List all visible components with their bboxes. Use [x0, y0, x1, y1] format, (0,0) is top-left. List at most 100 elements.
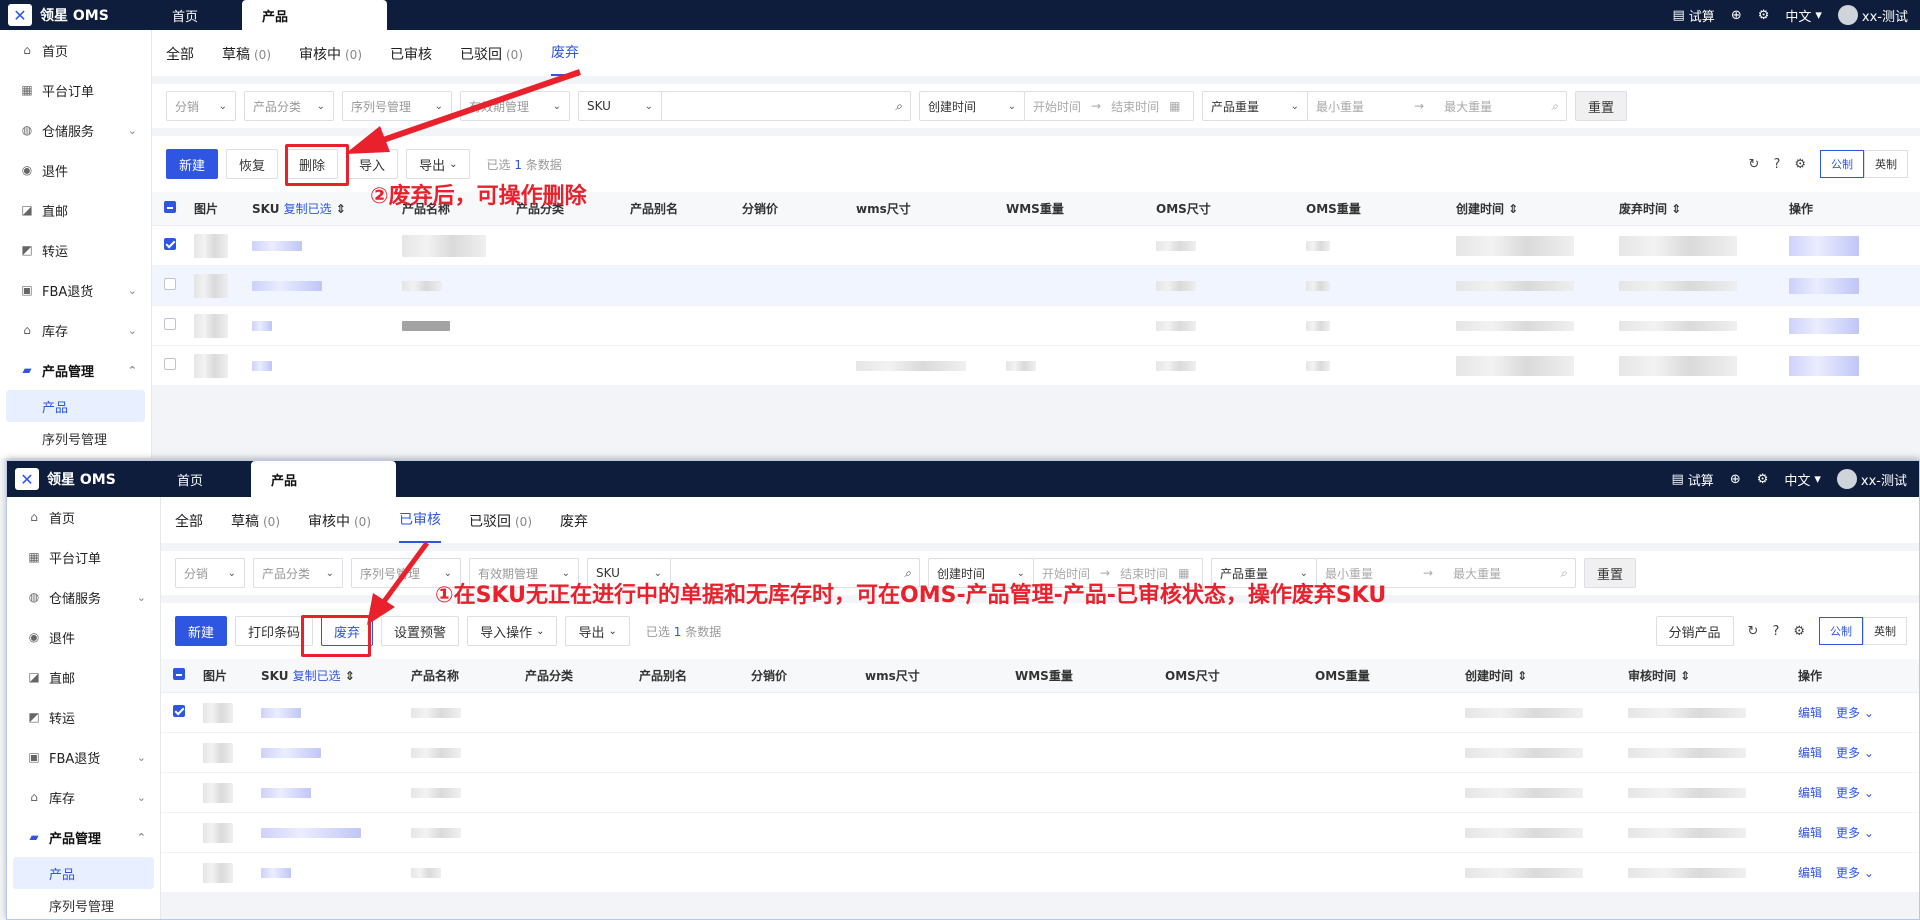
- user-menu[interactable]: xx-测试: [1836, 469, 1907, 489]
- sidebar-sub-serial[interactable]: 序列号管理: [0, 422, 151, 454]
- nav-tab-product[interactable]: 产品: [242, 0, 387, 30]
- column-settings-icon[interactable]: ⚙: [1794, 157, 1806, 172]
- date-range-picker[interactable]: 开始时间 → 结束时间 ▦: [1024, 91, 1194, 121]
- nav-tab-product[interactable]: 产品: [251, 461, 396, 497]
- refresh-icon[interactable]: ↻: [1749, 157, 1760, 172]
- refresh-icon[interactable]: ↻: [1748, 624, 1759, 639]
- restore-button[interactable]: 恢复: [226, 149, 279, 179]
- table-row[interactable]: [152, 306, 1920, 346]
- copy-selected-link[interactable]: 复制已选: [284, 202, 332, 216]
- sidebar-item-fba[interactable]: ▣ FBA退货 ⌄: [7, 737, 160, 777]
- copy-selected-link[interactable]: 复制已选: [293, 669, 341, 683]
- app-logo[interactable]: ✕ 领星 OMS: [15, 461, 116, 497]
- weight-type-select[interactable]: 产品重量 ⌄: [1202, 91, 1308, 121]
- sidebar-item-inventory[interactable]: ⌂ 库存 ⌄: [7, 777, 160, 817]
- distribution-select[interactable]: 分销 ⌄: [166, 91, 236, 121]
- sidebar-sub-product[interactable]: 产品: [13, 857, 154, 889]
- category-select[interactable]: 产品分类 ⌄: [253, 558, 343, 588]
- table-row[interactable]: [152, 226, 1920, 266]
- metric-option[interactable]: 公制: [1820, 150, 1864, 178]
- help-icon[interactable]: ?: [1772, 624, 1779, 639]
- row-checkbox[interactable]: [152, 278, 184, 293]
- edit-link[interactable]: 编辑: [1798, 704, 1822, 721]
- sidebar-item-direct-mail[interactable]: ◪ 直邮: [0, 190, 151, 230]
- sidebar-item-home[interactable]: ⌂ 首页: [0, 30, 151, 70]
- sidebar-item-product-mgmt[interactable]: ▰ 产品管理 ⌃: [7, 817, 160, 857]
- sidebar-item-returns[interactable]: ◉ 退件: [7, 617, 160, 657]
- trial-button[interactable]: ▤ 试算: [1672, 470, 1714, 489]
- row-checkbox[interactable]: [161, 705, 193, 720]
- sidebar-item-warehouse[interactable]: ◍ 仓储服务 ⌄: [0, 110, 151, 150]
- weight-range-input[interactable]: 最小重量 → 最大重量 ⌕: [1307, 91, 1567, 121]
- sidebar-item-direct-mail[interactable]: ◪ 直邮: [7, 657, 160, 697]
- edit-link[interactable]: 编辑: [1798, 744, 1822, 761]
- table-row[interactable]: 编辑 更多 ⌄: [161, 853, 1919, 893]
- sidebar-sub-product[interactable]: 产品: [6, 390, 145, 422]
- settings-icon[interactable]: ⚙: [1757, 472, 1769, 487]
- sidebar-sub-serial[interactable]: 序列号管理: [7, 889, 160, 919]
- select-all-checkbox[interactable]: [161, 668, 193, 683]
- settings-icon[interactable]: ⚙: [1758, 8, 1770, 23]
- table-row[interactable]: 编辑 更多 ⌄: [161, 693, 1919, 733]
- table-row[interactable]: [152, 266, 1920, 306]
- sku-search-input[interactable]: ⌕: [661, 91, 911, 121]
- sidebar-item-product-mgmt[interactable]: ▰ 产品管理 ⌃: [0, 350, 151, 390]
- imperial-option[interactable]: 英制: [1863, 617, 1907, 645]
- app-logo[interactable]: ✕ 领星 OMS: [8, 0, 109, 30]
- table-row[interactable]: 编辑 更多 ⌄: [161, 733, 1919, 773]
- sidebar-item-inventory[interactable]: ⌂ 库存 ⌄: [0, 310, 151, 350]
- table-row[interactable]: 编辑 更多 ⌄: [161, 773, 1919, 813]
- language-select[interactable]: 中文 ▾: [1784, 470, 1821, 489]
- nav-tab-home[interactable]: 首页: [152, 0, 218, 30]
- export-button[interactable]: 导出 ⌄: [565, 616, 630, 646]
- edit-link[interactable]: 编辑: [1798, 824, 1822, 841]
- select-all-checkbox[interactable]: [152, 201, 184, 216]
- download-icon[interactable]: ⊕: [1730, 472, 1741, 487]
- more-menu[interactable]: 更多 ⌄: [1836, 824, 1874, 841]
- more-menu[interactable]: 更多 ⌄: [1836, 864, 1874, 881]
- more-menu[interactable]: 更多 ⌄: [1836, 744, 1874, 761]
- sidebar-item-fba[interactable]: ▣ FBA退货 ⌄: [0, 270, 151, 310]
- more-menu[interactable]: 更多 ⌄: [1836, 704, 1874, 721]
- distribution-select[interactable]: 分销 ⌄: [175, 558, 245, 588]
- more-menu[interactable]: 更多 ⌄: [1836, 784, 1874, 801]
- metric-option[interactable]: 公制: [1819, 617, 1863, 645]
- tab-all[interactable]: 全部: [166, 44, 194, 76]
- tab-rejected[interactable]: 已驳回 (0): [469, 511, 532, 543]
- tab-draft[interactable]: 草稿 (0): [231, 511, 280, 543]
- sidebar-item-orders[interactable]: ▦ 平台订单: [0, 70, 151, 110]
- reset-button[interactable]: 重置: [1575, 91, 1628, 121]
- new-button[interactable]: 新建: [166, 149, 219, 179]
- sidebar-item-home[interactable]: ⌂ 首页: [7, 497, 160, 537]
- edit-link[interactable]: 编辑: [1798, 864, 1822, 881]
- tab-under-review[interactable]: 审核中 (0): [308, 511, 371, 543]
- sidebar-item-orders[interactable]: ▦ 平台订单: [7, 537, 160, 577]
- sidebar-item-warehouse[interactable]: ◍ 仓储服务 ⌄: [7, 577, 160, 617]
- tab-all[interactable]: 全部: [175, 511, 203, 543]
- sidebar-item-transfer[interactable]: ◩ 转运: [7, 697, 160, 737]
- column-settings-icon[interactable]: ⚙: [1793, 624, 1805, 639]
- table-row[interactable]: [152, 346, 1920, 386]
- row-checkbox[interactable]: [152, 358, 184, 373]
- row-checkbox[interactable]: [152, 318, 184, 333]
- tab-approved[interactable]: 已审核: [399, 509, 441, 543]
- tab-abandoned[interactable]: 废弃: [560, 511, 588, 543]
- help-icon[interactable]: ?: [1773, 157, 1780, 172]
- time-type-select[interactable]: 创建时间 ⌄: [919, 91, 1025, 121]
- table-row[interactable]: 编辑 更多 ⌄: [161, 813, 1919, 853]
- import-menu-button[interactable]: 导入操作 ⌄: [467, 616, 558, 646]
- trial-button[interactable]: ▤ 试算: [1673, 6, 1715, 25]
- user-menu[interactable]: xx-测试: [1837, 5, 1908, 25]
- category-select[interactable]: 产品分类 ⌄: [244, 91, 334, 121]
- sidebar-item-transfer[interactable]: ◩ 转运: [0, 230, 151, 270]
- edit-link[interactable]: 编辑: [1798, 784, 1822, 801]
- language-select[interactable]: 中文 ▾: [1785, 6, 1822, 25]
- new-button[interactable]: 新建: [175, 616, 228, 646]
- row-checkbox[interactable]: [152, 238, 184, 253]
- sidebar-item-returns[interactable]: ◉ 退件: [0, 150, 151, 190]
- reset-button[interactable]: 重置: [1584, 558, 1637, 588]
- download-icon[interactable]: ⊕: [1731, 8, 1742, 23]
- tab-draft[interactable]: 草稿 (0): [222, 44, 271, 76]
- nav-tab-home[interactable]: 首页: [157, 461, 223, 497]
- distribution-product-button[interactable]: 分销产品: [1655, 616, 1734, 646]
